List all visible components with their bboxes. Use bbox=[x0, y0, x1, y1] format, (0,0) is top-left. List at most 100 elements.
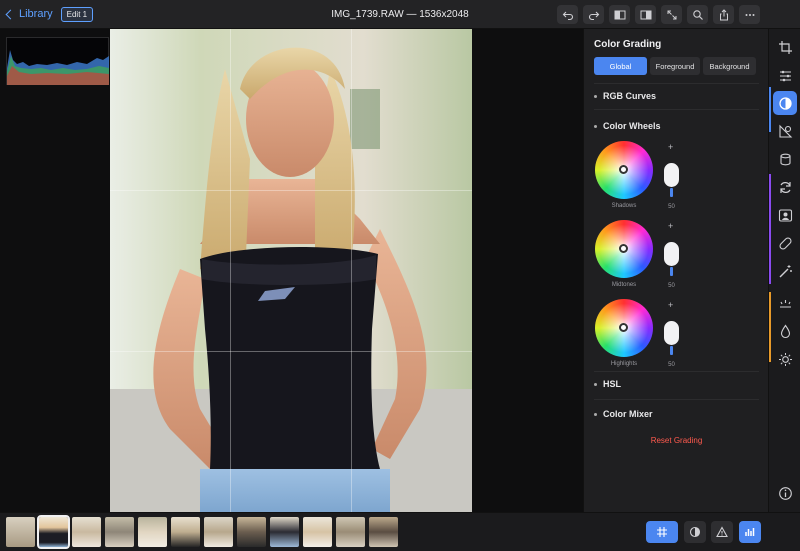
histogram-icon bbox=[745, 528, 755, 536]
filmstrip-thumbnail[interactable] bbox=[105, 517, 134, 547]
color-grading-tool[interactable] bbox=[773, 91, 797, 115]
filmstrip-thumbnail[interactable] bbox=[204, 517, 233, 547]
vignette-icon bbox=[779, 299, 791, 308]
grid-overlay-button[interactable] bbox=[646, 521, 678, 543]
info-button[interactable] bbox=[773, 481, 797, 505]
highlights-luminance-slider[interactable] bbox=[664, 321, 679, 345]
slider-track bbox=[670, 267, 673, 276]
histogram-graph bbox=[7, 50, 109, 85]
drop-tool[interactable] bbox=[773, 319, 797, 343]
segment-foreground[interactable]: Foreground bbox=[650, 57, 700, 75]
filmstrip-thumbnail[interactable] bbox=[6, 517, 35, 547]
light-tool[interactable] bbox=[773, 347, 797, 371]
panel-title: Color Grading bbox=[594, 39, 662, 50]
wheel-knob[interactable] bbox=[619, 165, 628, 174]
redo-button[interactable] bbox=[583, 5, 604, 24]
compare-split-icon bbox=[640, 10, 651, 19]
divider bbox=[594, 371, 759, 372]
photo-preview[interactable] bbox=[110, 29, 472, 512]
more-button[interactable] bbox=[739, 5, 760, 24]
section-color-mixer[interactable]: Color Mixer bbox=[594, 409, 759, 419]
filmstrip-thumbnail[interactable] bbox=[72, 517, 101, 547]
fullscreen-button[interactable] bbox=[661, 5, 682, 24]
scope-segmented-control: Global Foreground Background bbox=[594, 57, 756, 75]
back-label: Library bbox=[19, 8, 53, 20]
filmstrip-thumbnail[interactable] bbox=[237, 517, 266, 547]
divider bbox=[594, 83, 759, 84]
color-grading-icon bbox=[778, 96, 792, 110]
wheel-knob[interactable] bbox=[619, 323, 628, 332]
midtones-label: Midtones bbox=[611, 282, 637, 288]
redo-icon bbox=[588, 11, 599, 20]
highlights-label: Highlights bbox=[610, 361, 638, 367]
tool-rail bbox=[768, 29, 800, 512]
sun-icon bbox=[778, 352, 792, 366]
vignette-tool[interactable] bbox=[773, 291, 797, 315]
histogram-button[interactable] bbox=[739, 521, 761, 543]
clipping-warning-button[interactable] bbox=[711, 521, 733, 543]
layers-tool[interactable] bbox=[773, 147, 797, 171]
filmstrip-thumbnail[interactable] bbox=[303, 517, 332, 547]
midtones-plus-button[interactable]: + bbox=[668, 221, 673, 231]
bullet-icon bbox=[594, 412, 597, 416]
shadows-luminance-slider[interactable] bbox=[664, 163, 679, 187]
filmstrip-thumbnail-selected[interactable] bbox=[37, 515, 70, 549]
drop-icon bbox=[780, 324, 790, 338]
healing-icon bbox=[778, 236, 792, 250]
zoom-icon bbox=[692, 9, 703, 20]
rotate-icon bbox=[779, 181, 791, 193]
crop-icon bbox=[778, 40, 792, 54]
filmstrip-thumbnail[interactable] bbox=[171, 517, 200, 547]
filmstrip-thumbnail[interactable] bbox=[369, 517, 398, 547]
top-bar: Library Edit 1 IMG_1739.RAW — 1536x2048 bbox=[0, 0, 800, 29]
segment-global[interactable]: Global bbox=[594, 57, 647, 75]
shadows-value: 50 bbox=[668, 204, 675, 210]
rail-accent bbox=[769, 87, 771, 132]
segment-background[interactable]: Background bbox=[703, 57, 756, 75]
shadows-plus-button[interactable]: + bbox=[668, 142, 673, 152]
highlights-plus-button[interactable]: + bbox=[668, 300, 673, 310]
magic-tool[interactable] bbox=[773, 259, 797, 283]
image-canvas[interactable] bbox=[0, 29, 583, 512]
zoom-button[interactable] bbox=[687, 5, 708, 24]
bullet-icon bbox=[594, 382, 597, 386]
contrast-icon bbox=[689, 526, 701, 538]
reset-grading-button[interactable]: Reset Grading bbox=[584, 436, 769, 445]
portrait-tool[interactable] bbox=[773, 203, 797, 227]
section-color-wheels[interactable]: Color Wheels bbox=[594, 121, 759, 131]
grid-line bbox=[110, 190, 472, 191]
grid-line bbox=[351, 29, 352, 512]
adjust-tool[interactable] bbox=[773, 63, 797, 87]
section-rgb-curves[interactable]: RGB Curves bbox=[594, 91, 759, 101]
divider bbox=[594, 399, 759, 400]
divider bbox=[594, 109, 759, 110]
undo-button[interactable] bbox=[557, 5, 578, 24]
more-icon bbox=[745, 13, 754, 16]
compare-split-button[interactable] bbox=[635, 5, 656, 24]
healing-tool[interactable] bbox=[773, 231, 797, 255]
transform-tool[interactable] bbox=[773, 175, 797, 199]
rail-accent bbox=[769, 174, 771, 284]
bullet-icon bbox=[594, 124, 597, 128]
filmstrip-thumbnail[interactable] bbox=[270, 517, 299, 547]
contrast-button[interactable] bbox=[684, 521, 706, 543]
undo-icon bbox=[562, 11, 573, 20]
info-icon bbox=[778, 486, 792, 500]
share-button[interactable] bbox=[713, 5, 734, 24]
wheel-knob[interactable] bbox=[619, 244, 628, 253]
shadows-color-wheel[interactable] bbox=[595, 141, 653, 199]
section-hsl[interactable]: HSL bbox=[594, 379, 759, 389]
edit-version-badge[interactable]: Edit 1 bbox=[60, 6, 94, 22]
back-to-library-button[interactable]: Library bbox=[5, 8, 53, 20]
grid-overlay-icon bbox=[657, 527, 667, 537]
highlights-color-wheel[interactable] bbox=[595, 299, 653, 357]
magic-wand-icon bbox=[779, 264, 792, 277]
selective-color-tool[interactable] bbox=[773, 119, 797, 143]
filmstrip-thumbnail[interactable] bbox=[138, 517, 167, 547]
midtones-value: 50 bbox=[668, 283, 675, 289]
filmstrip-thumbnail[interactable] bbox=[336, 517, 365, 547]
compare-before-button[interactable] bbox=[609, 5, 630, 24]
midtones-luminance-slider[interactable] bbox=[664, 242, 679, 266]
midtones-color-wheel[interactable] bbox=[595, 220, 653, 278]
crop-tool[interactable] bbox=[773, 35, 797, 59]
